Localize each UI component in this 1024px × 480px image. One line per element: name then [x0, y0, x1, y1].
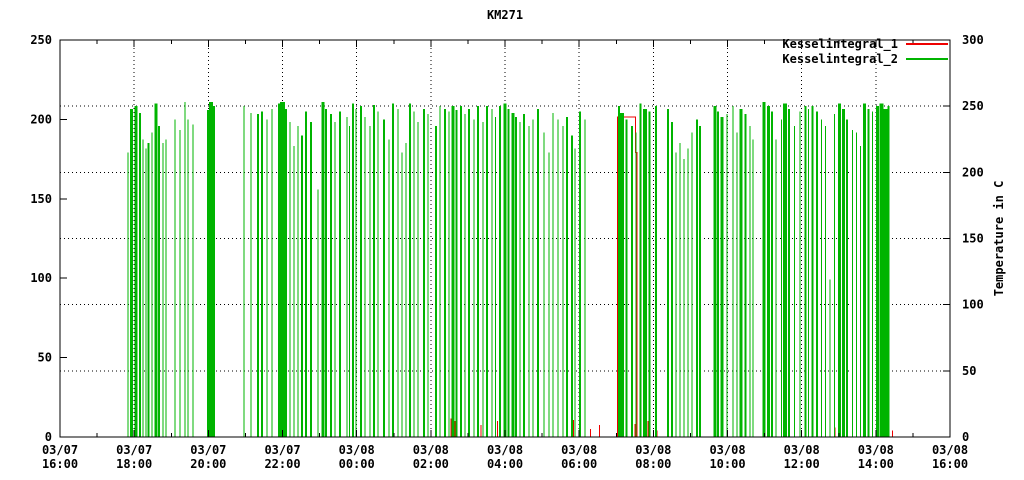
legend-label: Kesselintegral_1 [782, 38, 898, 50]
y-right-tick-label: 250 [962, 99, 984, 113]
y-left-tick-label: 150 [30, 192, 52, 206]
x-tick-label-date: 03/07 [190, 443, 226, 457]
legend-item-kesselintegral-2: Kesselintegral_2 [782, 53, 948, 65]
x-tick-label-date: 03/08 [784, 443, 820, 457]
x-tick-label-time: 10:00 [709, 457, 745, 471]
y-right-tick-label: 100 [962, 298, 984, 312]
x-tick-label-date: 03/08 [709, 443, 745, 457]
x-tick-label-date: 03/08 [339, 443, 375, 457]
km271-chart: KM271 03/0716:0003/0718:0003/0720:0003/0… [0, 0, 1024, 480]
y-right-tick-label: 50 [962, 364, 976, 378]
y-right-tick-label: 150 [962, 232, 984, 246]
y-left-tick-label: 200 [30, 112, 52, 126]
x-tick-label-time: 04:00 [487, 457, 523, 471]
x-tick-label-time: 20:00 [190, 457, 226, 471]
x-tick-label-date: 03/07 [116, 443, 152, 457]
x-tick-label-date: 03/08 [932, 443, 968, 457]
x-tick-label-time: 18:00 [116, 457, 152, 471]
y-left-tick-label: 50 [38, 351, 52, 365]
x-tick-label-time: 22:00 [264, 457, 300, 471]
x-tick-label-date: 03/07 [264, 443, 300, 457]
x-tick-label-time: 00:00 [339, 457, 375, 471]
x-tick-label-time: 16:00 [932, 457, 968, 471]
y-right-tick-label: 200 [962, 165, 984, 179]
x-tick-label-date: 03/08 [858, 443, 894, 457]
y-left-tick-label: 100 [30, 271, 52, 285]
legend-line-sample [906, 58, 948, 60]
x-tick-label-time: 12:00 [784, 457, 820, 471]
legend: Kesselintegral_1 Kesselintegral_2 [0, 38, 948, 65]
legend-label: Kesselintegral_2 [782, 53, 898, 65]
x-tick-label-date: 03/08 [413, 443, 449, 457]
x-tick-label-time: 08:00 [635, 457, 671, 471]
x-tick-label-date: 03/08 [487, 443, 523, 457]
legend-line-sample [906, 43, 948, 45]
y-right-tick-label: 300 [962, 33, 984, 47]
plot-area: 03/0716:0003/0718:0003/0720:0003/0722:00… [0, 0, 1024, 480]
x-tick-label-time: 16:00 [42, 457, 78, 471]
y-left-tick-label: 0 [45, 430, 52, 444]
x-tick-label-time: 14:00 [858, 457, 894, 471]
x-tick-label-time: 06:00 [561, 457, 597, 471]
y-right-axis-title: Temperature in C [992, 181, 1006, 297]
legend-item-kesselintegral-1: Kesselintegral_1 [782, 38, 948, 50]
y-right-tick-label: 0 [962, 430, 969, 444]
x-tick-label-time: 02:00 [413, 457, 449, 471]
x-tick-label-date: 03/08 [635, 443, 671, 457]
x-tick-label-date: 03/07 [42, 443, 78, 457]
x-tick-label-date: 03/08 [561, 443, 597, 457]
